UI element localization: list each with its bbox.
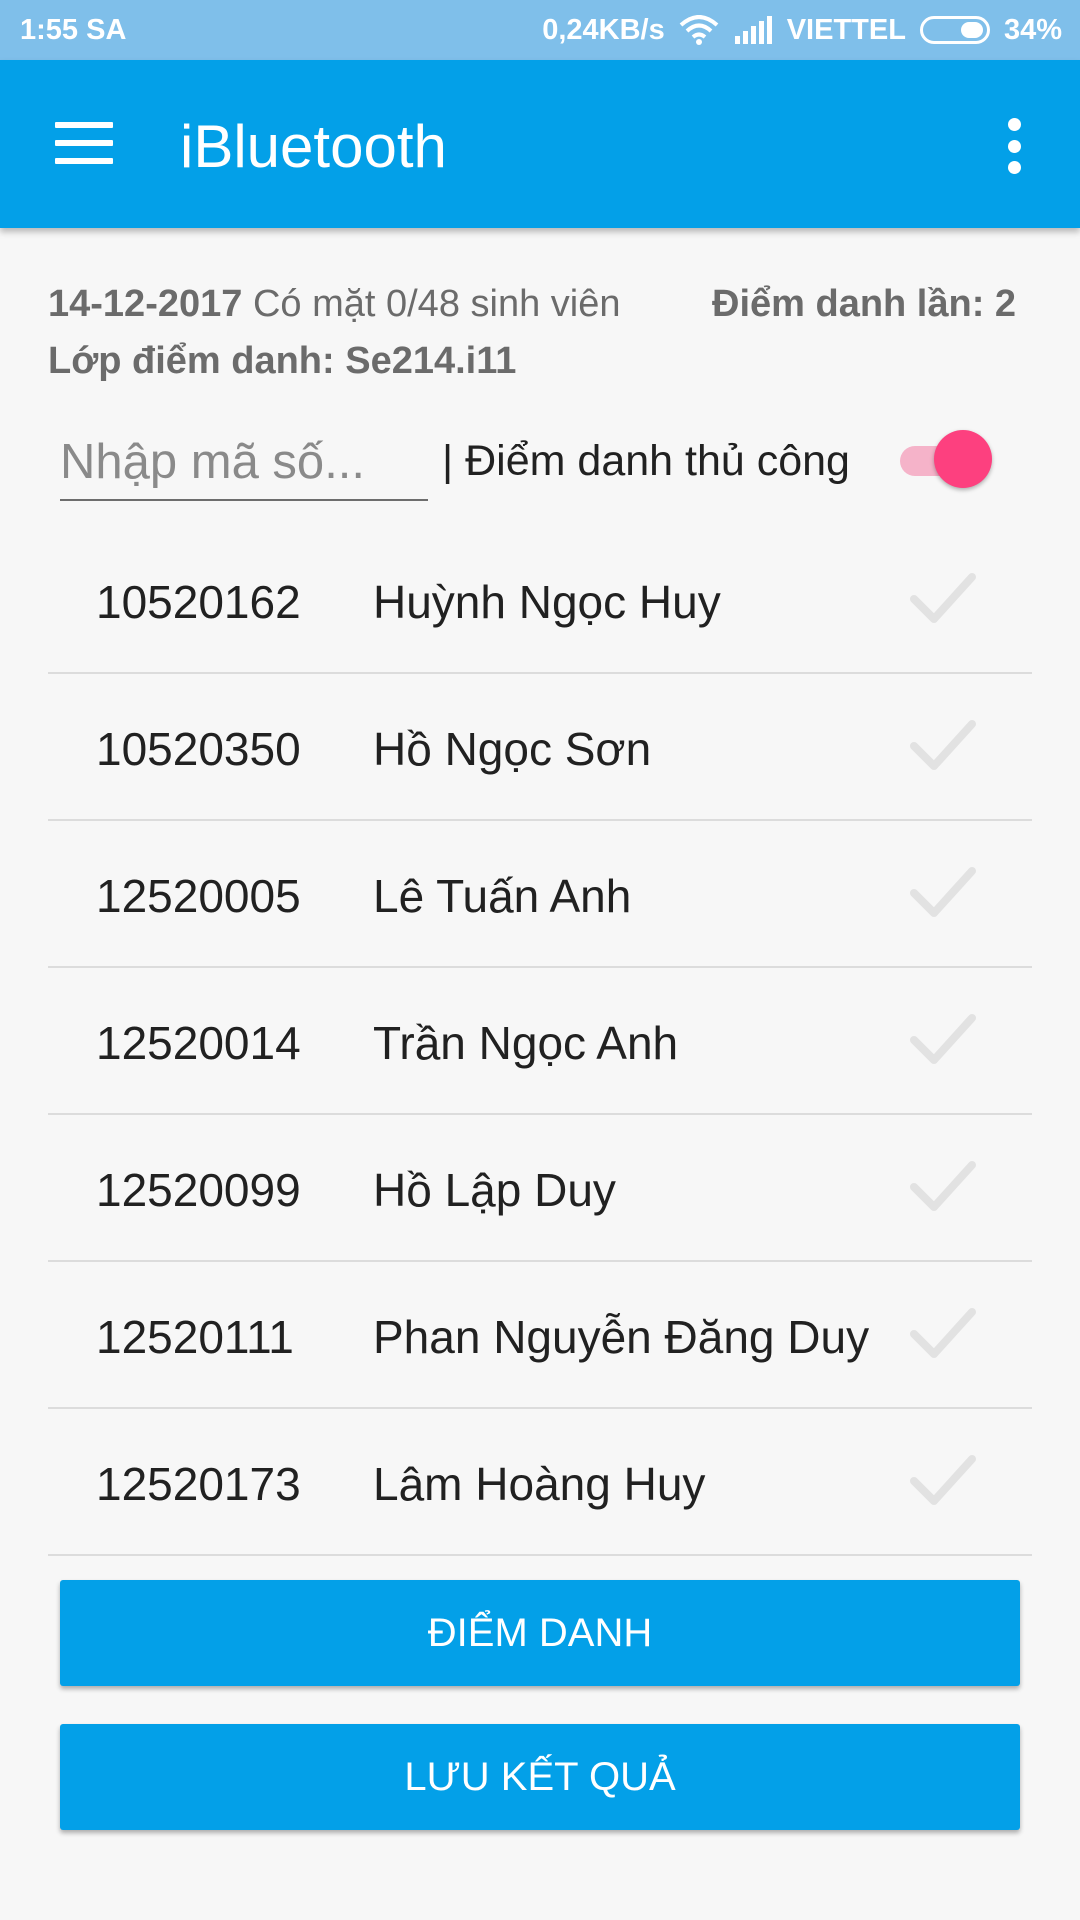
manual-attendance-label: | Điểm danh thủ công: [442, 437, 850, 485]
status-right: 0,24KB/s VIETTEL 34%: [542, 14, 1062, 47]
info-line: 14-12-2017 Có mặt 0/48 sinh viên Điểm da…: [48, 283, 1048, 326]
student-id: 12520111: [96, 1311, 294, 1363]
app-bar: iBluetooth: [0, 60, 1080, 228]
status-bar: 1:55 SA 0,24KB/s VIETTEL 34%: [0, 0, 1080, 60]
list-item: 12520005 Lê Tuấn Anh: [48, 821, 1032, 968]
list-item: 10520162 Huỳnh Ngọc Huy: [48, 527, 1032, 674]
student-name: Lâm Hoàng Huy: [373, 1458, 706, 1510]
attempt-count: Điểm danh lần: 2: [712, 283, 1017, 325]
list-item: 12520111 Phan Nguyễn Đăng Duy: [48, 1262, 1032, 1409]
carrier-name: VIETTEL: [786, 13, 906, 46]
student-id: 12520014: [96, 1017, 301, 1069]
student-id: 10520350: [96, 723, 301, 775]
student-id: 12520005: [96, 870, 301, 922]
network-speed: 0,24KB/s: [542, 13, 665, 46]
manual-attendance-toggle[interactable]: [898, 430, 994, 488]
student-id: 12520099: [96, 1164, 301, 1216]
check-icon[interactable]: [908, 1304, 978, 1364]
student-id: 12520173: [96, 1458, 301, 1510]
check-icon[interactable]: [908, 716, 978, 776]
toggle-thumb: [934, 430, 992, 488]
student-name: Trần Ngọc Anh: [373, 1017, 679, 1069]
check-icon[interactable]: [908, 1157, 978, 1217]
present-count: Có mặt 0/48 sinh viên: [252, 283, 621, 325]
student-name: Hồ Ngọc Sơn: [373, 723, 652, 775]
list-item: 12520173 Lâm Hoàng Huy: [48, 1409, 1032, 1556]
student-name: Phan Nguyễn Đăng Duy: [373, 1311, 870, 1363]
hamburger-menu-icon[interactable]: [55, 122, 113, 164]
list-item: 10520350 Hồ Ngọc Sơn: [48, 674, 1032, 821]
status-time: 1:55 SA: [20, 13, 127, 46]
battery-percent: 34%: [1003, 13, 1062, 46]
check-icon[interactable]: [908, 569, 978, 629]
student-name: Hồ Lập Duy: [373, 1164, 616, 1216]
check-icon[interactable]: [908, 1010, 978, 1070]
student-list: 10520162 Huỳnh Ngọc Huy 10520350 Hồ Ngọc…: [48, 527, 1032, 1556]
battery-icon: [919, 16, 990, 44]
signal-icon: [733, 16, 773, 44]
class-name: Lớp điểm danh: Se214.i11: [48, 340, 517, 382]
app-title: iBluetooth: [180, 113, 447, 180]
student-name: Huỳnh Ngọc Huy: [373, 576, 721, 628]
wifi-icon: [679, 15, 719, 45]
check-icon[interactable]: [908, 1451, 978, 1511]
student-code-input[interactable]: [60, 425, 428, 501]
session-date: 14-12-2017: [48, 283, 243, 325]
student-name: Lê Tuấn Anh: [373, 870, 632, 922]
student-id: 10520162: [96, 576, 301, 628]
attend-button[interactable]: ĐIỂM DANH: [60, 1580, 1020, 1686]
more-vert-icon[interactable]: [1000, 118, 1028, 174]
list-item: 12520099 Hồ Lập Duy: [48, 1115, 1032, 1262]
check-icon[interactable]: [908, 863, 978, 923]
save-results-button[interactable]: LƯU KẾT QUẢ: [60, 1724, 1020, 1830]
list-item: 12520014 Trần Ngọc Anh: [48, 968, 1032, 1115]
